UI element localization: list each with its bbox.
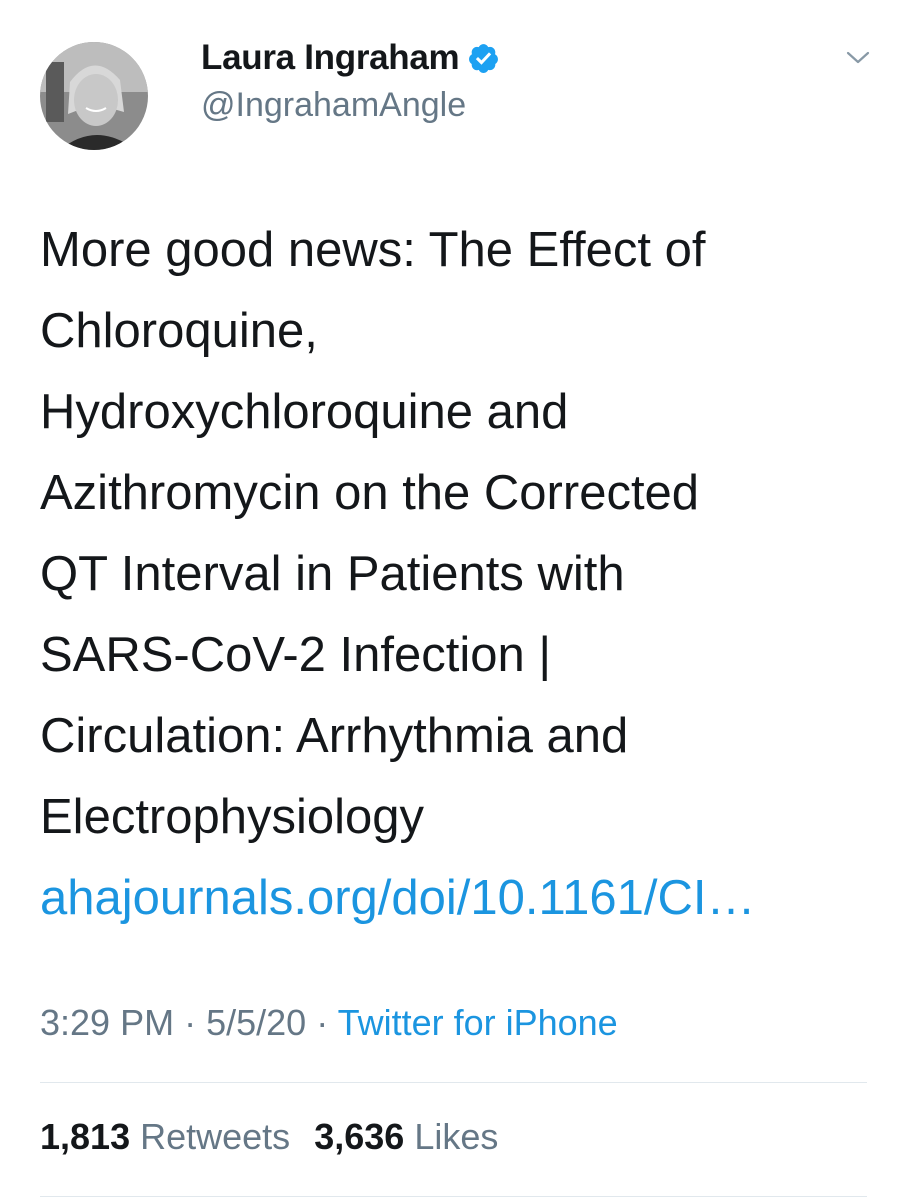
tweet-text-line: Electrophysiology bbox=[40, 790, 425, 844]
tweet-time[interactable]: 3:29 PM bbox=[40, 1002, 174, 1043]
likes-label: Likes bbox=[414, 1116, 499, 1157]
tweet-text-line: QT Interval in Patients with bbox=[40, 547, 625, 601]
meta-separator: · bbox=[316, 1002, 329, 1043]
verified-badge-icon bbox=[467, 42, 500, 75]
retweets-label: Retweets bbox=[140, 1116, 291, 1157]
avatar-photo bbox=[40, 42, 148, 150]
likes-count: 3,636 bbox=[314, 1116, 405, 1157]
chevron-down-icon[interactable] bbox=[843, 42, 873, 72]
tweet-text-line: Chloroquine, bbox=[40, 304, 318, 358]
author-handle[interactable]: @IngrahamAngle bbox=[201, 86, 466, 125]
tweet-date[interactable]: 5/5/20 bbox=[206, 1002, 306, 1043]
tweet-text: More good news: The Effect of Chloroquin… bbox=[40, 210, 880, 939]
avatar[interactable] bbox=[40, 42, 148, 150]
tweet-stats: 1,813 Retweets 3,636 Likes bbox=[40, 1116, 498, 1158]
author-name-row[interactable]: Laura Ingraham bbox=[201, 36, 500, 80]
likes-stat[interactable]: 3,636 Likes bbox=[314, 1116, 498, 1158]
divider bbox=[40, 1082, 867, 1083]
meta-separator: · bbox=[184, 1002, 197, 1043]
tweet-link[interactable]: ahajournals.org/doi/10.1161/CI… bbox=[40, 858, 880, 939]
author-display-name[interactable]: Laura Ingraham bbox=[201, 38, 460, 78]
tweet-text-line: Circulation: Arrhythmia and bbox=[40, 709, 629, 763]
tweet-text-line: Azithromycin on the Corrected bbox=[40, 466, 700, 520]
divider bbox=[40, 1196, 867, 1197]
retweets-stat[interactable]: 1,813 Retweets bbox=[40, 1116, 290, 1158]
tweet-text-line: Hydroxychloroquine and bbox=[40, 385, 569, 439]
tweet-source-link[interactable]: Twitter for iPhone bbox=[338, 1002, 618, 1043]
retweets-count: 1,813 bbox=[40, 1116, 131, 1157]
tweet-meta: 3:29 PM · 5/5/20 · Twitter for iPhone bbox=[40, 1002, 618, 1044]
tweet-text-line: More good news: The Effect of bbox=[40, 223, 706, 277]
tweet-text-line: SARS-CoV-2 Infection | bbox=[40, 628, 552, 682]
